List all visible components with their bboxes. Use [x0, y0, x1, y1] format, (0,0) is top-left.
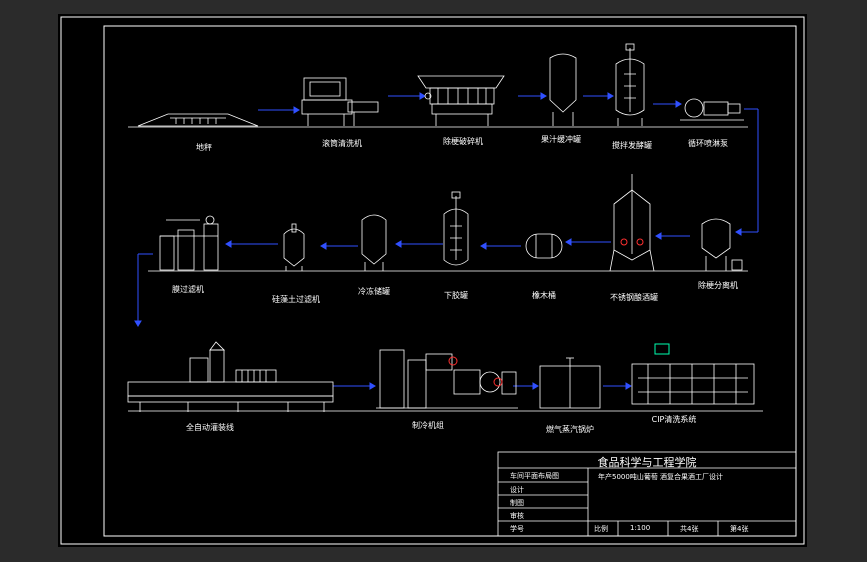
- label-stainless-wine-tank: 不锈钢酿酒罐: [610, 293, 658, 302]
- valve-red-icon: [448, 356, 458, 366]
- title-sheet-total: 共4张: [680, 525, 699, 533]
- destemmer-separator-icon: [701, 218, 743, 271]
- title-sheet-number: 第4张: [730, 525, 749, 533]
- title-scale-value: 1:100: [630, 524, 651, 532]
- chilled-storage-tank-icon: [361, 214, 387, 271]
- label-weighbridge: 地秤: [196, 143, 212, 152]
- label-fermentation-tank: 搅拌发酵罐: [612, 141, 652, 150]
- label-chilled-storage-tank: 冷冻储罐: [358, 287, 390, 296]
- gas-steam-boiler-icon: [539, 357, 601, 409]
- label-filling-line: 全自动灌装线: [186, 423, 234, 432]
- cip-cleaning-system-icon: [631, 363, 755, 405]
- label-diatomite-filter: 硅藻土过滤机: [272, 295, 320, 304]
- title-row-drawing: 制图: [510, 499, 524, 507]
- drum-washer-icon: [301, 77, 379, 126]
- valve-red-icon: [636, 238, 644, 246]
- weighbridge-icon: [137, 113, 259, 127]
- fermentation-tank-icon: [615, 43, 645, 126]
- label-circulating-pump: 循环喷淋泵: [688, 139, 728, 148]
- circulating-pump-icon: [680, 98, 744, 121]
- juice-buffer-tank-icon: [549, 53, 577, 126]
- valve-red-icon: [493, 377, 503, 387]
- filling-line-icon: [127, 341, 334, 412]
- label-destemmer-crusher: 除梗破碎机: [443, 137, 483, 146]
- title-row-design: 设计: [510, 486, 524, 494]
- label-destemmer-separator: 除梗分离机: [698, 281, 738, 290]
- label-drum-washer: 滚筒清洗机: [322, 139, 362, 148]
- label-fining-tank: 下胶罐: [444, 291, 468, 300]
- valve-red-icon: [620, 238, 628, 246]
- cad-viewport[interactable]: 地秤 滚筒清洗机 除梗破碎机 果汁缓冲罐 搅拌发酵罐 循环喷淋泵 膜过滤机 硅藻…: [58, 14, 807, 547]
- title-row-review: 审核: [510, 512, 524, 520]
- label-gas-steam-boiler: 燃气蒸汽锅炉: [546, 425, 594, 434]
- label-cip-cleaning-system: CIP清洗系统: [651, 415, 697, 424]
- label-refrigeration-unit: 制冷机组: [412, 421, 444, 430]
- label-membrane-filter: 膜过滤机: [172, 285, 204, 294]
- stainless-wine-tank-icon: [609, 174, 655, 272]
- title-row-student-id: 学号: [510, 525, 524, 533]
- cip-controller-icon: [654, 343, 670, 355]
- oak-barrel-icon: [525, 233, 563, 259]
- label-oak-barrel: 橡木桶: [532, 291, 556, 300]
- title-drawing-name: 车间平面布局图: [510, 472, 559, 480]
- title-project: 年产5000吨山葡萄 酒复合果酒工厂设计: [598, 473, 724, 481]
- refrigeration-unit-icon: [376, 349, 518, 409]
- diatomite-filter-icon: [283, 223, 305, 271]
- label-juice-buffer-tank: 果汁缓冲罐: [541, 135, 581, 144]
- fining-tank-icon: [443, 191, 469, 266]
- destemmer-crusher-icon: [417, 75, 505, 126]
- membrane-filter-icon: [159, 215, 219, 271]
- title-school: 食品科学与工程学院: [597, 456, 697, 469]
- title-scale-label: 比例: [594, 525, 608, 533]
